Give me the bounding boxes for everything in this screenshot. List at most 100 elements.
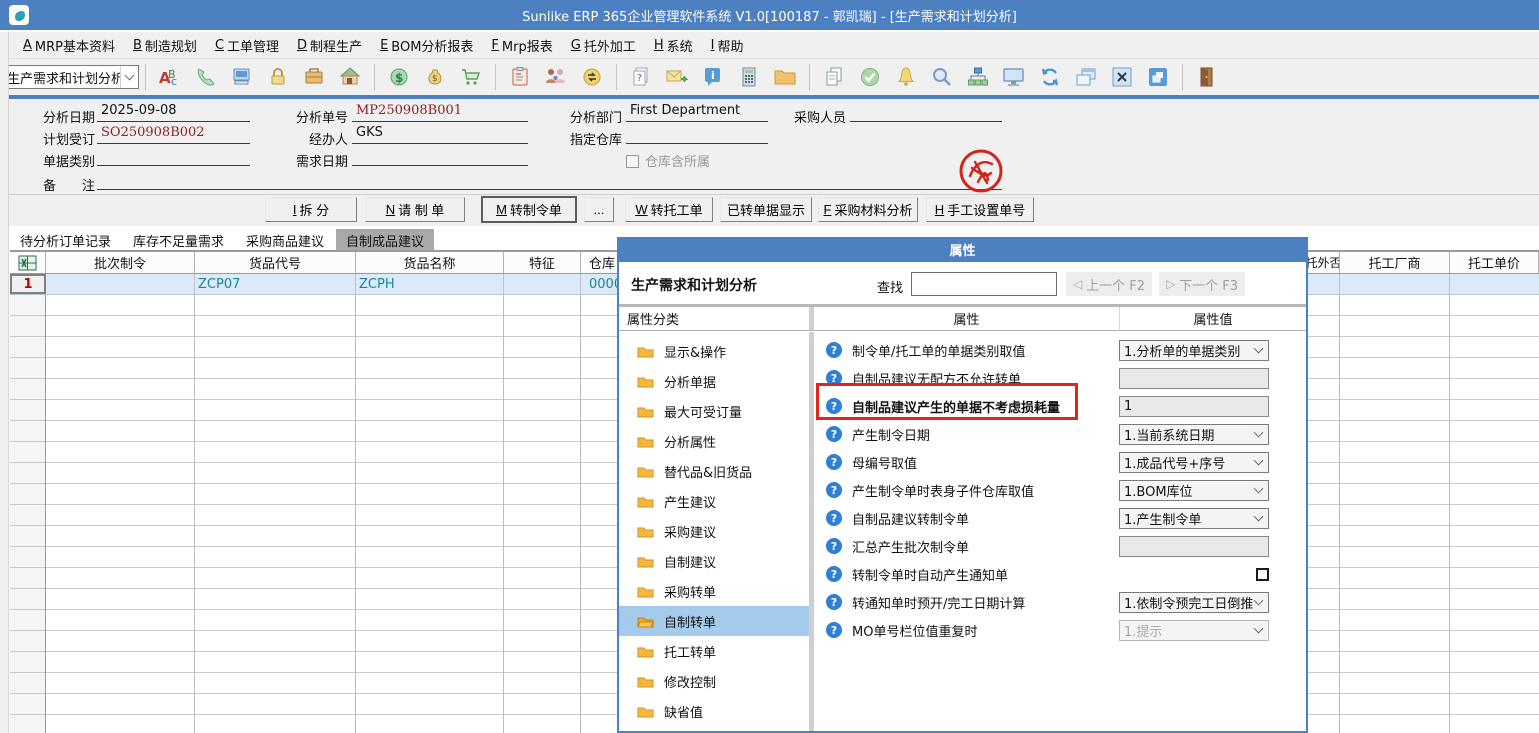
phone-icon[interactable] [193, 64, 219, 90]
cell-item-code[interactable]: ZCP07 [195, 274, 356, 294]
warehouse-field[interactable] [626, 125, 768, 144]
find-input[interactable] [911, 272, 1057, 296]
find-prev-button[interactable]: ◁ 上一个 F2 [1066, 272, 1152, 296]
search-icon[interactable] [929, 64, 955, 90]
menu-system[interactable]: H系统 [645, 34, 702, 56]
clipboard-icon[interactable] [507, 64, 533, 90]
category-item[interactable]: 托工转单 [619, 636, 809, 666]
analysis-date-field[interactable]: 2025-09-08 [97, 103, 250, 122]
restore-window-icon[interactable] [1145, 64, 1171, 90]
warehouse-incl-checkbox[interactable] [626, 155, 639, 168]
exchange-icon[interactable] [579, 64, 605, 90]
row-number[interactable]: 1 [10, 274, 46, 294]
plan-order-field[interactable]: SO250908B002 [97, 125, 250, 144]
category-item[interactable]: 采购转单 [619, 576, 809, 606]
help-icon[interactable]: ? [826, 510, 842, 526]
menu-mrp-report[interactable]: FMrp报表 [482, 34, 561, 56]
property-input[interactable]: 1 [1119, 396, 1269, 417]
help-icon[interactable]: ? [826, 566, 842, 582]
tab-selfmade-suggestion[interactable]: 自制成品建议 [336, 229, 434, 250]
category-item[interactable]: 修改控制 [619, 666, 809, 696]
property-dropdown[interactable]: 1.产生制令单 [1119, 508, 1269, 529]
property-dropdown[interactable]: 1.成品代号+序号 [1119, 452, 1269, 473]
help-icon[interactable]: ? [826, 426, 842, 442]
help-document-icon[interactable]: ? [628, 64, 654, 90]
dollar-coin-icon[interactable]: $ [386, 64, 412, 90]
property-input[interactable] [1119, 536, 1269, 557]
property-dropdown[interactable]: 1.BOM库位 [1119, 480, 1269, 501]
category-item[interactable]: 自制建议 [619, 546, 809, 576]
category-item[interactable]: 产生建议 [619, 486, 809, 516]
users-icon[interactable] [543, 64, 569, 90]
info-bubble-icon[interactable]: i [700, 64, 726, 90]
menu-manufacture-plan[interactable]: B制造规划 [124, 34, 206, 56]
category-item[interactable]: 最大可受订量 [619, 396, 809, 426]
col-batch-mo[interactable]: 批次制令 [46, 252, 195, 273]
demand-date-field[interactable] [352, 147, 528, 166]
close-window-icon[interactable] [1109, 64, 1135, 90]
property-dropdown[interactable]: 1.分析单的单据类别 [1119, 340, 1269, 361]
category-item[interactable]: 显示&操作 [619, 336, 809, 366]
col-item-name[interactable]: 货品名称 [356, 252, 504, 273]
show-transferred-button[interactable]: 已转单据显示 [720, 197, 812, 222]
module-select[interactable]: 生产需求和计划分析 [3, 65, 139, 89]
computer-icon[interactable] [229, 64, 255, 90]
col-outsourced[interactable]: 托外否 [1308, 252, 1340, 273]
abc-letters-icon[interactable]: ABc [157, 64, 183, 90]
request-doc-button[interactable]: N请 制 单 [365, 197, 465, 222]
lock-icon[interactable] [265, 64, 291, 90]
tab-stock-shortage[interactable]: 库存不足量需求 [123, 229, 234, 250]
to-mo-button[interactable]: M转制令单 [482, 197, 576, 222]
mail-forward-icon[interactable] [664, 64, 690, 90]
col-outsource-vendor[interactable]: 托工厂商 [1340, 252, 1450, 273]
help-icon[interactable]: ? [826, 622, 842, 638]
property-dropdown[interactable]: 1.依制令预完工日倒推 [1119, 592, 1269, 613]
menu-bom-report[interactable]: EBOM分析报表 [371, 34, 482, 56]
help-icon[interactable]: ? [826, 482, 842, 498]
dialog-title[interactable]: 属性 [619, 237, 1306, 262]
purchase-material-analysis-button[interactable]: F采购材料分析 [818, 197, 918, 222]
check-circle-icon[interactable] [857, 64, 883, 90]
cascade-windows-icon[interactable] [1073, 64, 1099, 90]
to-outsource-button[interactable]: W转托工单 [625, 197, 713, 222]
menu-workorder[interactable]: C工单管理 [206, 34, 288, 56]
category-item[interactable]: 分析单据 [619, 366, 809, 396]
excel-export-icon[interactable] [10, 252, 46, 273]
copy-documents-icon[interactable] [821, 64, 847, 90]
help-icon[interactable]: ? [826, 594, 842, 610]
property-checkbox[interactable] [1256, 568, 1269, 581]
category-item[interactable]: 分析属性 [619, 426, 809, 456]
bell-icon[interactable] [893, 64, 919, 90]
category-item[interactable]: 替代品&旧货品 [619, 456, 809, 486]
split-button[interactable]: I拆 分 [265, 197, 357, 222]
exit-door-icon[interactable] [1194, 64, 1220, 90]
money-bag-icon[interactable]: $ [422, 64, 448, 90]
category-item[interactable]: 缺省值 [619, 696, 809, 726]
col-item-code[interactable]: 货品代号 [195, 252, 356, 273]
manual-doc-no-button[interactable]: H手工设置单号 [926, 197, 1034, 222]
doc-type-field[interactable] [97, 147, 250, 166]
menu-help[interactable]: I帮助 [702, 34, 753, 56]
shopping-cart-icon[interactable] [458, 64, 484, 90]
analysis-no-field[interactable]: MP250908B001 [352, 103, 528, 122]
dept-field[interactable]: First Department [626, 103, 768, 122]
help-icon[interactable]: ? [826, 342, 842, 358]
tab-pending-orders[interactable]: 待分析订单记录 [10, 229, 121, 250]
find-next-button[interactable]: ▷ 下一个 F3 [1159, 272, 1245, 296]
col-feature[interactable]: 特征 [504, 252, 581, 273]
category-item[interactable]: 采购建议 [619, 516, 809, 546]
property-dropdown[interactable]: 1.当前系统日期 [1119, 424, 1269, 445]
calculator-icon[interactable] [736, 64, 762, 90]
remark-field[interactable] [97, 171, 1002, 190]
help-icon[interactable]: ? [826, 454, 842, 470]
category-item-selected[interactable]: 自制转单 [619, 606, 809, 636]
menu-mrp-base[interactable]: AMRP基本资料 [14, 34, 124, 56]
property-input[interactable] [1119, 368, 1269, 389]
buyer-field[interactable] [850, 103, 1002, 122]
cell-item-name[interactable]: ZCPH [356, 274, 504, 294]
more-button[interactable]: ... [584, 197, 614, 222]
org-chart-icon[interactable] [965, 64, 991, 90]
home-icon[interactable] [337, 64, 363, 90]
handler-field[interactable]: GKS [352, 125, 528, 144]
help-icon[interactable]: ? [826, 538, 842, 554]
